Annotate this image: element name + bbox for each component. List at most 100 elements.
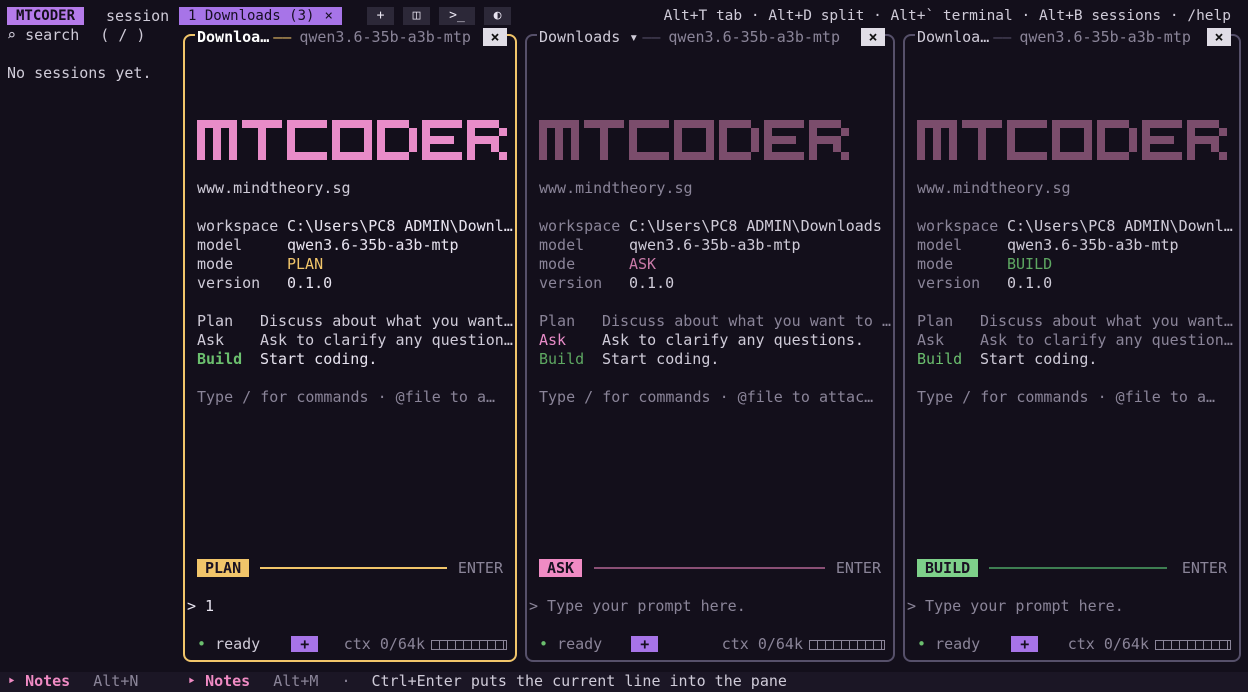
logo-pixel	[430, 120, 438, 128]
logo-pixel	[825, 120, 833, 128]
logo-pixel	[1187, 120, 1195, 128]
logo-pixel	[674, 136, 682, 144]
logo-pixel	[608, 120, 616, 128]
logo-pixel	[735, 152, 743, 160]
info-value: C:\Users\PC8 ADMIN\Downl…	[1007, 217, 1233, 235]
logo-pixel	[706, 128, 714, 136]
logo-pixel	[1195, 136, 1203, 144]
theme-toggle-button[interactable]: ◐	[484, 7, 511, 25]
logo-pixel	[780, 120, 788, 128]
logo-pixel	[1007, 152, 1015, 160]
prompt-input[interactable]: > Type your prompt here.	[907, 597, 1124, 615]
terminal-button[interactable]: >_	[439, 7, 475, 25]
info-mode: mode PLAN	[197, 255, 513, 274]
mode-row-desc: Ask to clarify any question…	[980, 331, 1233, 349]
logo-pixel	[706, 144, 714, 152]
info-label: model	[539, 236, 585, 254]
logo-pixel	[303, 120, 311, 128]
logo-pixel	[772, 136, 780, 144]
logo-pixel	[653, 120, 661, 128]
logo-pixel	[592, 120, 600, 128]
info-version: version 0.1.0	[917, 274, 1237, 293]
logo-pixel	[772, 120, 780, 128]
empty-sessions-text: No sessions yet.	[7, 64, 152, 82]
logo-pixel	[1068, 120, 1076, 128]
tab-downloads[interactable]: 1 Downloads (3) ×	[179, 7, 342, 25]
search-shortcut: ( / )	[100, 26, 146, 44]
chat-pane[interactable]: Downloa… —— qwen3.6-35b-a3b-mtp × www.mi…	[903, 27, 1241, 662]
logo-pixel	[1174, 152, 1182, 160]
logo-pixel	[986, 120, 994, 128]
pane-footer: • ready + ctx 0/64k	[917, 635, 1231, 653]
pane-footer: • ready + ctx 0/64k	[539, 635, 885, 653]
prompt-input[interactable]: > 1	[187, 597, 214, 615]
logo-pixel	[422, 136, 430, 144]
logo-pixel	[475, 136, 483, 144]
pane-title[interactable]: Downloa…	[915, 28, 991, 46]
logo-pixel	[978, 152, 986, 160]
pane-title[interactable]: Downloads ▾	[537, 28, 640, 46]
logo-pixel	[571, 120, 579, 128]
mode-badge[interactable]: ASK	[539, 559, 583, 577]
logo-pixel	[409, 128, 417, 136]
logo-pixel	[467, 128, 475, 136]
notes-left[interactable]: ‣ Notes Alt+N	[7, 672, 138, 690]
add-button[interactable]: +	[631, 636, 659, 652]
logo-pixel	[197, 136, 205, 144]
logo-pixel	[645, 152, 653, 160]
session-search[interactable]: ⌕ search ( / )	[7, 26, 145, 44]
logo-pixel	[719, 128, 727, 136]
logo-pixel	[1097, 128, 1105, 136]
logo-pixel	[311, 120, 319, 128]
mode-row-plan: Plan Discuss about what you want to …	[539, 312, 891, 331]
mode-divider	[594, 567, 825, 569]
info-model: model qwen3.6-35b-a3b-mtp	[539, 236, 891, 255]
logo-pixel	[319, 120, 327, 128]
close-icon[interactable]: ×	[483, 28, 507, 46]
logo-pixel	[547, 120, 555, 128]
logo-pixel	[917, 152, 925, 160]
logo-pixel	[467, 152, 475, 160]
logo-pixel	[1129, 136, 1137, 144]
mode-row-desc: Discuss about what you want…	[980, 312, 1233, 330]
info-value: ASK	[629, 255, 657, 273]
add-button[interactable]: +	[1011, 636, 1039, 652]
logo-pixel	[555, 144, 563, 152]
logo-pixel	[213, 152, 221, 160]
chat-pane[interactable]: Downloads ▾ —— qwen3.6-35b-a3b-mtp × www…	[525, 27, 895, 662]
logo-pixel	[356, 152, 364, 160]
add-button[interactable]: +	[291, 636, 319, 652]
logo-pixel	[409, 144, 417, 152]
tab-close-icon[interactable]: ×	[324, 8, 332, 24]
close-icon[interactable]: ×	[861, 28, 885, 46]
session-label[interactable]: session	[106, 7, 169, 25]
prompt-input[interactable]: > Type your prompt here.	[529, 597, 746, 615]
logo-pixel	[258, 144, 266, 152]
new-tab-button[interactable]: +	[367, 7, 394, 25]
chat-pane[interactable]: Downloa… —— qwen3.6-35b-a3b-mtp × www.mi…	[183, 27, 517, 662]
app-brand: MTCODER	[7, 7, 85, 25]
logo-pixel	[661, 152, 669, 160]
logo-pixel	[422, 144, 430, 152]
logo-pixel	[600, 136, 608, 144]
logo-pixel	[698, 120, 706, 128]
logo-pixel	[1052, 136, 1060, 144]
close-icon[interactable]: ×	[1207, 28, 1231, 46]
logo-pixel	[539, 128, 547, 136]
pane-title[interactable]: Downloa…	[195, 28, 271, 46]
logo-pixel	[295, 120, 303, 128]
logo-pixel	[364, 136, 372, 144]
logo-pixel	[600, 152, 608, 160]
mode-badge[interactable]: PLAN	[197, 559, 250, 577]
logo-pixel	[1060, 152, 1068, 160]
mode-badge[interactable]: BUILD	[917, 559, 979, 577]
status-text: ready	[557, 635, 603, 653]
logo-pixel	[949, 136, 957, 144]
logo-pixel	[600, 144, 608, 152]
notes-right[interactable]: ‣ Notes Alt+M · Ctrl+Enter puts the curr…	[187, 672, 787, 690]
mode-divider	[260, 567, 447, 569]
split-pane-button[interactable]: ◫	[403, 7, 430, 25]
info-value: qwen3.6-35b-a3b-mtp	[629, 236, 801, 254]
notes-arrow-icon: ‣	[187, 672, 197, 690]
logo-pixel	[796, 120, 804, 128]
